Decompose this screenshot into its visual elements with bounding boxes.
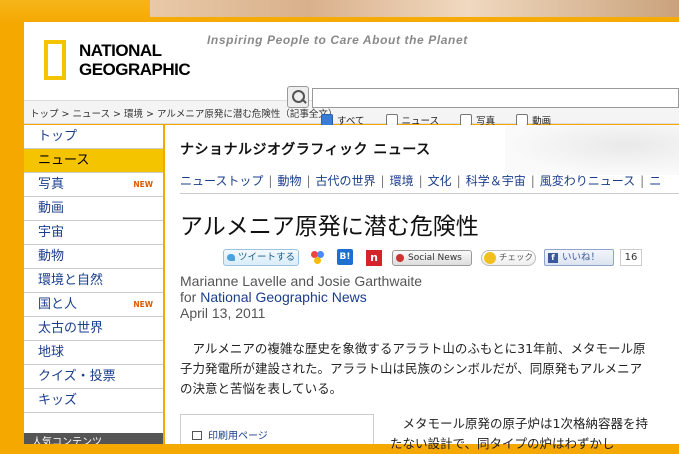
byline: Marianne Lavelle and Josie Garthwaite fo…	[180, 273, 422, 321]
publish-date: April 13, 2011	[180, 305, 266, 321]
facebook-like-button[interactable]: f いいね！	[544, 249, 614, 266]
breadcrumb-item-environment[interactable]: 環境	[124, 109, 143, 120]
subnav-item-more[interactable]: ニ	[649, 174, 661, 188]
search-icon[interactable]	[287, 86, 309, 108]
printer-icon	[192, 431, 202, 440]
new-badge: NEW	[133, 300, 153, 309]
subnav-item-animals[interactable]: 動物	[277, 174, 301, 188]
new-badge: NEW	[133, 180, 153, 189]
publication-line: for National Geographic News	[180, 289, 367, 305]
sidebar-item-top[interactable]: トップ	[24, 125, 163, 149]
breadcrumb-item-top[interactable]: トップ	[30, 109, 59, 120]
tweet-button[interactable]: ツイートする	[223, 249, 299, 266]
article-paragraph: アルメニアの複雑な歴史を象徴するアララト山のふもとに31年前、メタモール原子力発…	[180, 341, 646, 396]
social-news-button[interactable]: Social News	[392, 250, 472, 266]
sidebar-item-ancient[interactable]: 太古の世界	[24, 317, 163, 341]
subnav-item-environment[interactable]: 環境	[390, 174, 414, 188]
facebook-icon: f	[548, 253, 558, 263]
section-title: ナショナルジオグラフィック ニュース	[180, 142, 431, 158]
sidebar-item-photo[interactable]: 写真 NEW	[24, 173, 163, 197]
logo-text: NATIONAL GEOGRAPHIC	[79, 41, 191, 79]
subnav-item-odd-news[interactable]: 風変わりニュース	[540, 174, 635, 188]
author: Marianne Lavelle and Josie Garthwaite	[180, 273, 423, 289]
divider	[180, 193, 679, 194]
sidebar-item-environment[interactable]: 環境と自然	[24, 269, 163, 293]
subnav-item-ancient[interactable]: 古代の世界	[316, 174, 376, 188]
newsing-icon[interactable]: n	[366, 250, 382, 266]
article-title: アルメニア原発に潜む危険性	[180, 214, 479, 240]
article-paragraph: メタモール原発の原子炉は1次格納容器を持たない設計で、同タイプの炉はわずかし	[390, 416, 648, 451]
sidebar-item-quiz[interactable]: クイズ・投票	[24, 365, 163, 389]
subnav-item-science[interactable]: 科学＆宇宙	[466, 174, 526, 188]
tagline: Inspiring People to Care About the Plane…	[207, 33, 468, 47]
sidebar-item-kids[interactable]: キッズ	[24, 389, 163, 413]
breadcrumb: トップ > ニュース > 環境 > アルメニア原発に潜む危険性（記事全文）	[30, 109, 338, 120]
sidebar-item-space[interactable]: 宇宙	[24, 221, 163, 245]
mixi-check-button[interactable]: チェック	[481, 250, 536, 266]
sidebar-item-news[interactable]: ニュース	[24, 149, 163, 173]
popular-heading: 人気コンテンツ	[24, 433, 163, 444]
sidebar-item-animals[interactable]: 動物	[24, 245, 163, 269]
sidebar-item-video[interactable]: 動画	[24, 197, 163, 221]
google-bookmark-icon[interactable]	[311, 251, 325, 265]
search-input[interactable]	[312, 88, 679, 108]
sidebar-item-earth[interactable]: 地球	[24, 341, 163, 365]
hatena-bookmark-icon[interactable]: B!	[337, 249, 353, 265]
banner-photo	[150, 0, 679, 17]
subnav-item-culture[interactable]: 文化	[428, 174, 452, 188]
site-logo[interactable]: NATIONAL GEOGRAPHIC	[44, 40, 191, 84]
publication-link[interactable]: National Geographic News	[200, 289, 367, 305]
print-page-link[interactable]: 印刷用ページ	[192, 427, 268, 442]
sidebar: トップ ニュース 写真 NEW 動画 宇宙 動物 環境と自然 国と人 NEW 太古の…	[24, 125, 163, 444]
news-subnav: ニューストップ | 動物 | 古代の世界 | 環境 | 文化 | 科学＆宇宙 | 風変わりニュース | ニ	[180, 174, 662, 188]
breadcrumb-current: アルメニア原発に潜む危険性（記事全文）	[156, 109, 338, 120]
breadcrumb-item-news[interactable]: ニュース	[72, 109, 110, 120]
logo-yellow-border-icon	[44, 40, 66, 80]
like-count: 16	[620, 249, 642, 266]
sidebar-item-people[interactable]: 国と人 NEW	[24, 293, 163, 317]
world-map-background	[505, 125, 679, 175]
subnav-item-news-top[interactable]: ニューストップ	[180, 174, 263, 188]
